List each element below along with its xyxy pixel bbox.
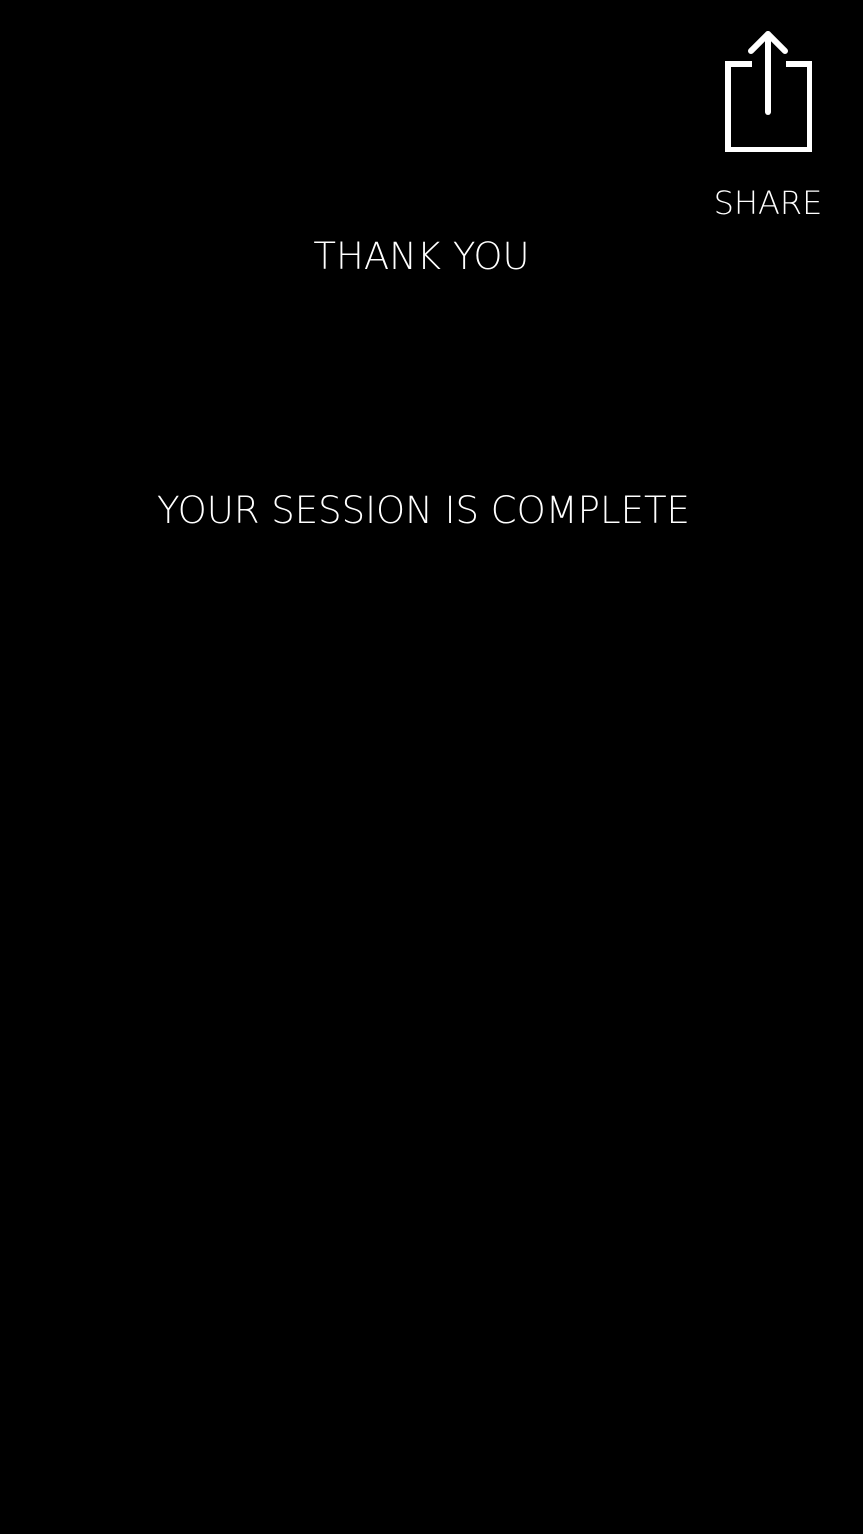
share-button[interactable]: SHARE — [712, 24, 824, 224]
session-complete-screen: SHARE THANK YOU YOUR SESSION IS COMPLETE — [0, 0, 863, 1534]
share-icon — [725, 31, 812, 152]
thank-you-heading: THANK YOU — [313, 235, 530, 278]
share-label: SHARE — [713, 184, 823, 222]
session-complete-message: YOUR SESSION IS COMPLETE — [157, 489, 690, 532]
